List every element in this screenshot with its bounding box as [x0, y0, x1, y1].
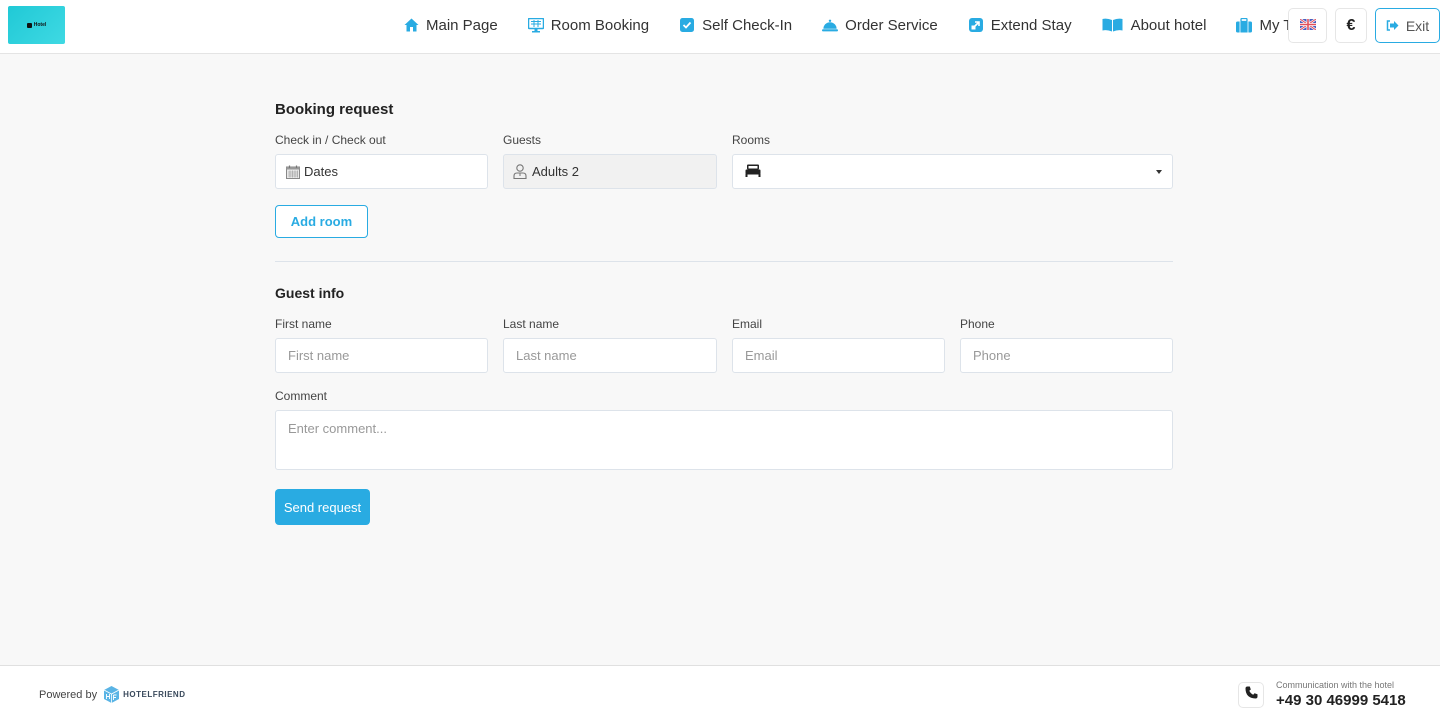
exit-label: Exit: [1405, 17, 1430, 34]
guests-selector[interactable]: Adults 2: [503, 154, 717, 189]
calendar-icon: [286, 165, 300, 179]
nav-order-service[interactable]: Order Service: [822, 17, 938, 34]
rooms-label: Rooms: [732, 133, 771, 147]
nav-about-hotel[interactable]: About hotel: [1102, 16, 1207, 34]
currency-button[interactable]: €: [1335, 8, 1367, 43]
nav-extend-stay[interactable]: Extend Stay: [968, 17, 1072, 34]
last-name-input[interactable]: Last name: [503, 338, 717, 373]
nav-label: Main Page: [426, 16, 498, 34]
dates-value: Dates: [304, 164, 338, 179]
nav-self-check-in[interactable]: Self Check-In: [679, 17, 792, 34]
checkin-label: Check in / Check out: [275, 133, 386, 147]
monitor-icon: [527, 17, 544, 33]
comment-label: Comment: [275, 389, 328, 403]
first-name-input[interactable]: First name: [275, 338, 488, 373]
top-navbar: Hotel Main Page Room Booking Self Check-…: [0, 0, 1440, 54]
phone-input[interactable]: Phone: [960, 338, 1173, 373]
rooms-select[interactable]: [732, 154, 1173, 189]
powered-by: Powered by HOTELFRIEND: [39, 686, 185, 703]
nav-label: Room Booking: [550, 16, 650, 34]
currency-symbol: €: [1346, 16, 1356, 34]
book-icon: [1102, 17, 1124, 33]
nav-main-page[interactable]: Main Page: [403, 17, 498, 34]
nav-label: Extend Stay: [990, 16, 1072, 34]
dates-picker[interactable]: Dates: [275, 154, 488, 189]
logo-mark-icon: [26, 22, 32, 28]
extend-icon: [968, 17, 984, 33]
first-name-label: First name: [275, 317, 332, 331]
phone-call-button[interactable]: [1238, 682, 1264, 708]
nav-label: Self Check-In: [702, 16, 793, 34]
uk-flag-icon: [1298, 17, 1317, 35]
contact-caption: Communication with the hotel: [1276, 680, 1395, 690]
main-nav: Main Page Room Booking Self Check-In Ord…: [403, 0, 1346, 50]
exit-button[interactable]: Exit: [1375, 8, 1440, 43]
hotelfriend-logo[interactable]: HOTELFRIEND: [104, 686, 185, 703]
add-room-button[interactable]: Add room: [275, 205, 368, 238]
footer: Powered by HOTELFRIEND Communication wit…: [0, 665, 1440, 716]
nav-label: About hotel: [1130, 16, 1207, 34]
checkbox-icon: [679, 17, 695, 33]
guests-label: Guests: [503, 133, 542, 147]
guest-info-title: Guest info: [275, 285, 345, 301]
email-input[interactable]: Email: [732, 338, 945, 373]
guests-value: Adults 2: [532, 164, 579, 179]
comment-textarea[interactable]: Enter comment...: [275, 410, 1173, 470]
email-label: Email: [732, 317, 763, 331]
bed-icon: [745, 164, 761, 180]
home-icon: [403, 17, 419, 33]
user-icon: [513, 164, 527, 179]
contact-phone-number[interactable]: +49 30 46999 5418: [1276, 692, 1406, 709]
nav-label: Order Service: [845, 16, 938, 34]
phone-label: Phone: [960, 317, 995, 331]
service-bell-icon: [822, 17, 839, 33]
language-button[interactable]: [1288, 8, 1327, 43]
hotel-logo[interactable]: Hotel: [8, 6, 65, 44]
logo-text: Hotel: [33, 22, 47, 28]
chevron-down-icon: [1156, 169, 1162, 174]
sign-out-icon: [1386, 18, 1399, 34]
powered-by-label: Powered by: [39, 688, 98, 701]
phone-icon: [1245, 686, 1258, 704]
nav-room-booking[interactable]: Room Booking: [527, 16, 650, 34]
send-request-button[interactable]: Send request: [275, 489, 370, 525]
last-name-label: Last name: [503, 317, 560, 331]
booking-request-title: Booking request: [275, 101, 394, 118]
suitcase-icon: [1236, 17, 1253, 33]
hotelfriend-text: HOTELFRIEND: [123, 690, 186, 699]
hotelfriend-cube-icon: [104, 686, 120, 703]
section-divider: [275, 261, 1173, 262]
